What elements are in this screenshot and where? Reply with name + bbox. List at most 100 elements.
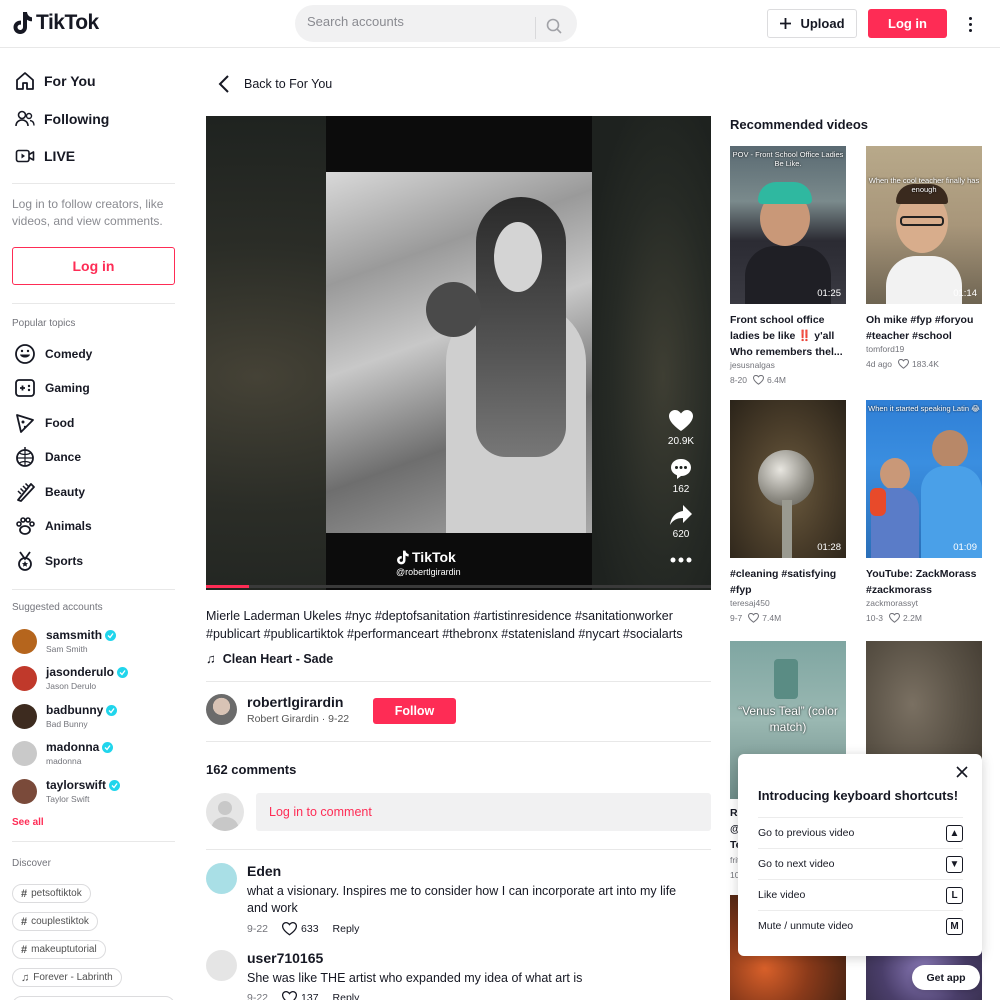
- discover-chip[interactable]: [12, 996, 175, 1000]
- verified-badge-icon: [106, 704, 118, 716]
- discover-chip[interactable]: # couplestiktok: [12, 912, 98, 931]
- home-icon: [16, 72, 34, 90]
- video-author[interactable]: jesusnalgas: [730, 360, 775, 370]
- search-input[interactable]: [307, 14, 522, 29]
- recommended-heading: Recommended videos: [730, 117, 868, 132]
- like-count: 20.9K: [667, 436, 695, 447]
- topic-animals[interactable]: Animals: [14, 515, 92, 537]
- verified-badge-icon: [117, 666, 129, 678]
- video-thumbnail[interactable]: POV - Front School Office Ladies Be Like…: [730, 146, 846, 304]
- music-link[interactable]: ♫ Clean Heart - Sade: [206, 651, 333, 666]
- sidebar-login-button[interactable]: Log in: [12, 247, 175, 285]
- comment-author[interactable]: Eden: [247, 863, 281, 879]
- hashtag-icon: #: [21, 943, 28, 956]
- verified-badge-icon: [102, 741, 114, 753]
- avatar[interactable]: [206, 863, 237, 894]
- video-author[interactable]: zackmorassyt: [866, 598, 918, 608]
- topic-label: Dance: [45, 450, 82, 464]
- comment-login-prompt[interactable]: Log in to comment: [256, 793, 711, 831]
- video-like-count: 2.2M: [903, 613, 922, 623]
- topic-food[interactable]: Food: [14, 412, 74, 434]
- tiktok-logo[interactable]: TikTok: [12, 11, 99, 35]
- back-to-for-you-link[interactable]: Back to For You: [218, 74, 332, 94]
- comment-reply-button[interactable]: Reply: [333, 992, 360, 1000]
- chevron-left-icon: [218, 75, 229, 93]
- thumbnail-overlay-text: When it started speaking Latin 😂: [868, 404, 980, 413]
- upload-button[interactable]: Upload: [767, 9, 857, 38]
- comment-text: what a visionary. Inspires me to conside…: [247, 884, 677, 915]
- close-icon[interactable]: [956, 765, 968, 783]
- video-thumbnail[interactable]: When it started speaking Latin 😂 01:09: [866, 400, 982, 558]
- follow-button[interactable]: Follow: [373, 698, 456, 724]
- topic-label: Gaming: [45, 381, 90, 395]
- topic-beauty[interactable]: Beauty: [14, 481, 85, 503]
- section-divider: [206, 849, 711, 850]
- video-caption: Oh mike #fyp #foryou #teacher #school: [866, 314, 974, 342]
- music-title: Clean Heart - Sade: [222, 651, 334, 666]
- video-author[interactable]: tomford19: [866, 344, 904, 354]
- video-date: 10-3: [866, 613, 884, 623]
- comment-like-count: 633: [301, 923, 319, 935]
- comments-count: 162 comments: [206, 762, 297, 777]
- author-info[interactable]: robertlgirardin Robert Girardin · 9-22: [206, 694, 349, 725]
- search-icon[interactable]: [546, 18, 562, 39]
- watermark-logo-text: TikTok: [412, 549, 456, 565]
- sidebar-item-for-you[interactable]: For You: [15, 71, 96, 91]
- topic-dance[interactable]: Dance: [14, 446, 81, 468]
- comment-like-button[interactable]: 633: [282, 922, 319, 936]
- hashtag-icon: #: [21, 887, 28, 900]
- video-like-count: 183.4K: [912, 359, 939, 369]
- suggested-account[interactable]: taylorswift Taylor Swift: [12, 778, 121, 804]
- get-app-button[interactable]: Get app: [912, 965, 980, 990]
- heart-outline-icon: [898, 359, 909, 369]
- plus-icon: [780, 18, 792, 29]
- discover-heading: Discover: [12, 858, 51, 869]
- video-thumbnail[interactable]: 01:28: [730, 400, 846, 558]
- discover-chip[interactable]: # makeuptutorial: [12, 940, 106, 959]
- more-options-icon[interactable]: [962, 13, 978, 35]
- topic-gaming[interactable]: Gaming: [14, 377, 90, 399]
- avatar: [206, 694, 237, 725]
- verified-badge-icon: [109, 779, 121, 791]
- discover-chip[interactable]: # petsoftiktok: [12, 884, 91, 903]
- suggested-account[interactable]: madonna madonna: [12, 740, 114, 766]
- video-author[interactable]: teresaj450: [730, 598, 770, 608]
- account-username: samsmith: [46, 628, 103, 642]
- shortcut-row: Mute / unmute video M: [758, 910, 963, 941]
- comment-action[interactable]: 162: [661, 457, 701, 495]
- sidebar-divider: [12, 183, 175, 184]
- share-action[interactable]: 620: [661, 504, 701, 540]
- video-player[interactable]: TikTok @robertlgirardin 20.9K 162 620: [206, 116, 711, 590]
- video-progress-bar[interactable]: [206, 585, 711, 588]
- suggested-account[interactable]: jasonderulo Jason Derulo: [12, 665, 129, 691]
- discover-chip[interactable]: ♫ Forever - Labrinth: [12, 968, 122, 987]
- l-key-icon: L: [946, 886, 963, 904]
- comment-author[interactable]: user710165: [247, 950, 323, 966]
- video-more-icon[interactable]: [661, 554, 701, 569]
- suggested-account[interactable]: samsmith Sam Smith: [12, 628, 117, 654]
- topic-sports[interactable]: Sports: [14, 550, 83, 572]
- shortcut-row: Go to next video ▼: [758, 848, 963, 879]
- comment-bubble-icon: [671, 459, 691, 479]
- default-avatar-icon: [206, 793, 244, 831]
- sidebar-item-following[interactable]: Following: [15, 109, 109, 129]
- topic-comedy[interactable]: Comedy: [14, 343, 92, 365]
- upload-label: Upload: [800, 16, 845, 31]
- comment-like-button[interactable]: 137: [282, 991, 319, 1000]
- comment-reply-button[interactable]: Reply: [333, 923, 360, 935]
- video-progress-fill: [206, 585, 249, 588]
- video-thumbnail[interactable]: When the cool teacher finally has enough…: [866, 146, 982, 304]
- suggested-account[interactable]: badbunny Bad Bunny: [12, 703, 118, 729]
- avatar: [12, 740, 37, 766]
- shortcut-label: Mute / unmute video: [758, 920, 854, 932]
- account-display-name: madonna: [46, 756, 82, 766]
- people-icon: [15, 110, 35, 127]
- see-all-link[interactable]: See all: [12, 817, 44, 828]
- sidebar-divider: [12, 589, 175, 590]
- like-action[interactable]: 20.9K: [661, 409, 701, 447]
- video-date: 8-20: [730, 375, 748, 385]
- share-arrow-icon: [670, 505, 692, 525]
- avatar[interactable]: [206, 950, 237, 981]
- header-login-button[interactable]: Log in: [868, 9, 947, 38]
- sidebar-item-live[interactable]: LIVE: [15, 146, 75, 166]
